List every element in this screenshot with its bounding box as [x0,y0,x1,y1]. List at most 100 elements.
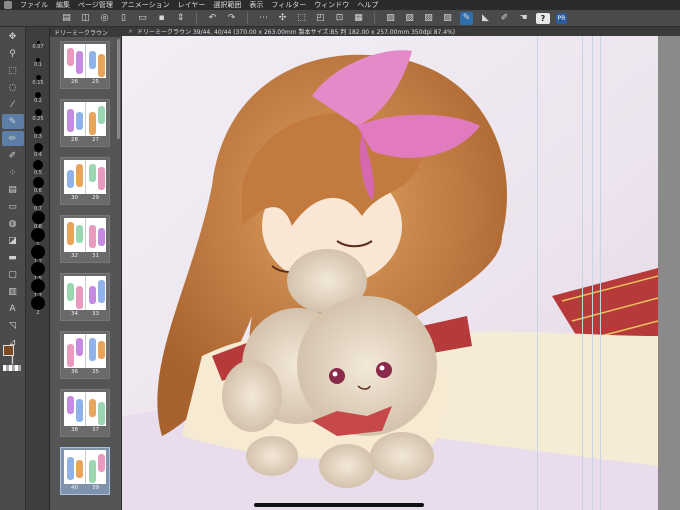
pen-pressure-icon[interactable]: ✎ [460,11,473,25]
menu-window[interactable]: ウィンドウ [310,0,353,10]
save-icon[interactable]: ▪ [155,12,168,25]
fill-tool-icon[interactable]: ◪ [2,233,24,248]
menu-layer[interactable]: レイヤー [174,0,210,10]
select-all-icon[interactable]: ⬚ [295,12,308,25]
page-spread-thumbnail[interactable]: 32 31 [60,215,110,263]
brush-size-option[interactable]: 0.25 [26,109,50,122]
frame-tool-icon[interactable]: ▥ [2,284,24,299]
disabled-tool-icon[interactable]: ▨ [441,12,454,25]
brush-size-dot-icon [31,228,45,242]
brush-size-dot-icon [31,245,45,259]
menu-animation[interactable]: アニメーション [117,0,174,10]
brush-size-dot-icon [31,262,45,276]
brush-tool-icon[interactable]: ✐ [2,148,24,163]
page-numbers: 26 25 [64,79,106,85]
page-preview [64,44,86,78]
thumbnail-figure [88,286,96,304]
figure-tool-icon[interactable]: ▢ [2,267,24,282]
airbrush-tool-icon[interactable]: ⁘ [2,165,24,180]
brush-icon[interactable]: ✐ [498,12,511,25]
brush-size-label: 0.25 [32,116,44,122]
balloon-tool-icon[interactable]: ◹ [2,318,24,333]
close-tab-icon[interactable]: × [128,28,133,35]
menu-toggle-icon[interactable]: ▤ [60,12,73,25]
transform-icon[interactable]: ✣ [276,12,289,25]
brush-size-option[interactable]: 0.1 [26,58,50,68]
blend-tool-icon[interactable]: ◍ [2,216,24,231]
app-icon[interactable] [4,1,12,9]
menu-help[interactable]: ヘルプ [353,0,382,10]
zoom-tool-icon[interactable]: ⚲ [2,46,24,61]
main-color-swatch[interactable] [3,345,14,356]
menu-page[interactable]: ページ管理 [74,0,117,10]
thumbnail-figure [97,341,105,359]
invert-selection-icon[interactable]: ◰ [314,12,327,25]
thumbnail-figure [88,399,96,417]
fill-icon[interactable]: ▦ [352,12,365,25]
pr-icon[interactable]: PR [556,12,567,24]
page-preview [86,44,107,78]
brush-size-option[interactable]: 0.3 [26,126,50,140]
page-spread-thumbnail[interactable]: 34 33 [60,273,110,321]
disabled-tool-icon[interactable]: ▨ [422,12,435,25]
page-spread-thumbnail[interactable]: 36 35 [60,331,110,379]
eyedropper-tool-icon[interactable]: ⁄ [2,97,24,112]
eraser-tool-icon[interactable]: ▭ [2,199,24,214]
spread-preview [64,392,106,426]
canvas-tab[interactable]: × ドリーミークラウン 39/44, 40/44 (370.00 x 263.0… [122,27,680,36]
brush-size-option[interactable]: 2 [26,296,50,316]
brush-size-option[interactable]: 0.6 [26,177,50,194]
gradient-tool-icon[interactable]: ▬ [2,250,24,265]
brush-size-option[interactable]: 0.15 [26,75,50,86]
transparent-color-swatch[interactable] [3,365,21,371]
page-panel-tab[interactable]: ドリーミークラウン [50,27,122,37]
clip-studio-icon[interactable]: ◎ [98,12,111,25]
page-spread-thumbnail[interactable]: 38 37 [60,389,110,437]
command-bar: ▤ ◫ ◎ ▯ ▭ ▪ ⇕ ↶ ↷ ⋯ ✣ ⬚ ◰ ⊡ ▦ ▨ ▨ ▨ ▨ ✎ … [0,10,680,27]
pencil-tool-icon[interactable]: ✏ [1,131,24,146]
home-indicator[interactable] [254,503,424,507]
drawing-canvas[interactable] [122,36,658,510]
menu-view[interactable]: 表示 [245,0,267,10]
brush-size-label: 0.2 [34,98,42,104]
brush-size-option[interactable]: 0.4 [26,143,50,158]
brush-size-option[interactable]: 0.2 [26,92,50,104]
deselect-icon[interactable]: ⋯ [257,12,270,25]
pen-tool-icon[interactable]: ✎ [1,114,24,129]
page-stepper-icon[interactable]: ⇕ [174,12,187,25]
undo-icon[interactable]: ↶ [206,12,219,25]
open-file-icon[interactable]: ▭ [136,12,149,25]
brush-size-option[interactable]: 0.7 [26,194,50,212]
page-spread-thumbnail[interactable]: 28 27 [60,99,110,147]
panel-scrollbar[interactable] [117,39,120,139]
thumbnail-figure [76,51,83,74]
lasso-tool-icon[interactable]: ◌ [2,80,24,95]
quick-access-icon[interactable]: ◫ [79,12,92,25]
page-spread-thumbnail[interactable]: 40 39 [60,447,110,495]
brush-size-option[interactable]: 0.07 [26,41,50,50]
hand-icon[interactable]: ☚ [517,12,530,25]
separator [247,12,248,24]
menu-file[interactable]: ファイル [16,0,52,10]
text-tool-icon[interactable]: A [2,301,24,316]
page-spread-thumbnail[interactable]: 26 25 [60,41,110,89]
crop-icon[interactable]: ⊡ [333,12,346,25]
move-tool-icon[interactable]: ✥ [2,29,24,44]
menu-edit[interactable]: 編集 [52,0,74,10]
select-tool-icon[interactable]: ⬚ [2,63,24,78]
page-spread-thumbnail[interactable]: 30 29 [60,157,110,205]
page-preview [86,218,107,252]
disabled-tool-icon[interactable]: ▨ [403,12,416,25]
disabled-tool-icon[interactable]: ▨ [384,12,397,25]
separator [374,12,375,24]
help-icon[interactable]: ? [536,12,550,24]
thumbnail-figure [88,225,96,248]
menu-filter[interactable]: フィルター [267,0,310,10]
redo-icon[interactable]: ↷ [225,12,238,25]
new-file-icon[interactable]: ▯ [117,12,130,25]
brush-size-option[interactable]: 0.5 [26,160,50,176]
decoration-tool-icon[interactable]: ▤ [2,182,24,197]
gradient-icon[interactable]: ◣ [479,12,492,25]
page-preview [86,334,107,368]
menu-selection[interactable]: 選択範囲 [209,0,245,10]
